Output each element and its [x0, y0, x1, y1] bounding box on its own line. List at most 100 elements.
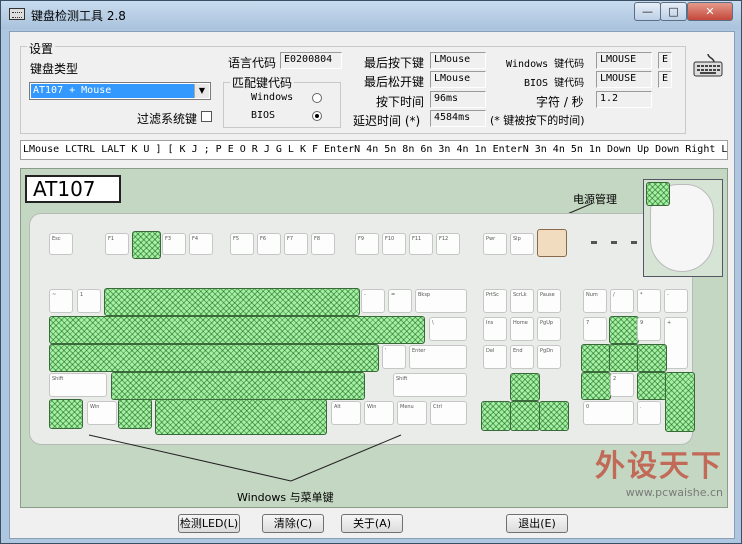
key-num-2: 2	[610, 373, 634, 397]
key-backtick: ~	[49, 289, 73, 313]
win-code-label: Windows 键代码	[506, 59, 585, 70]
key-delete: Del	[483, 345, 507, 369]
cps-label: 字符 / 秒	[536, 95, 584, 109]
key-menu: Menu	[397, 401, 427, 425]
mouse-graphic	[643, 179, 723, 277]
key-arrow-down	[510, 401, 540, 431]
key-f5: F5	[230, 233, 254, 255]
last-up-label: 最后松开键	[364, 75, 425, 89]
key-space	[155, 399, 327, 435]
test-led-button[interactable]: 检测LED(L)	[178, 514, 240, 533]
key-arrow-right	[539, 401, 569, 431]
clear-button[interactable]: 清除(C)	[262, 514, 324, 533]
option-bios-radio[interactable]	[312, 111, 322, 121]
key-enter: Enter	[409, 345, 467, 369]
key-right-ctrl: Ctrl	[430, 401, 467, 425]
key-num-7: 7	[583, 317, 607, 341]
key-esc: Esc	[49, 233, 73, 255]
lang-code-label: 语言代码	[228, 56, 277, 70]
close-button[interactable]: ✕	[687, 2, 733, 21]
winmenu-label: Windows 与菜单键	[237, 491, 334, 504]
key-equals: =	[388, 289, 412, 313]
key-num-5	[609, 344, 639, 372]
about-button[interactable]: 关于(A)	[341, 514, 403, 533]
key-arrow-left	[481, 401, 511, 431]
keyboard-icon	[693, 53, 723, 77]
key-num-0: 0	[583, 401, 634, 425]
key-num-3	[637, 372, 667, 400]
win-code-field: LMOUSE	[596, 52, 652, 69]
mouse-left-button-key	[646, 182, 670, 206]
key-f4: F4	[189, 233, 213, 255]
minimize-button[interactable]: —	[634, 2, 661, 21]
key-backspace: Bksp	[415, 289, 467, 313]
kb-type-select[interactable]: AT107 + Mouse ▼	[29, 82, 211, 100]
key-left-shift: Shift	[49, 373, 107, 397]
key-backslash: \	[429, 317, 467, 341]
cps-field: 1.2	[596, 91, 652, 108]
key-sleep: Slp	[510, 233, 534, 255]
keyboard-app-icon	[9, 8, 25, 20]
led-scroll-lock	[631, 241, 637, 244]
filter-system-keys-checkbox[interactable]	[201, 111, 212, 122]
key-f11: F11	[409, 233, 433, 255]
key-pause: Pause	[537, 289, 561, 313]
led-num-lock	[591, 241, 597, 244]
key-1: 1	[77, 289, 101, 313]
home-row-hit-region	[49, 344, 379, 372]
key-f10: F10	[382, 233, 406, 255]
delay-note: (* 键被按下的时间)	[490, 114, 585, 127]
lang-code-field: E0200804	[280, 52, 342, 69]
key-num-lock: Num	[583, 289, 607, 313]
key-scroll-lock: ScrLk	[510, 289, 534, 313]
key-power: Pwr	[483, 233, 507, 255]
key-num-9: 9	[637, 317, 661, 341]
chevron-down-icon[interactable]: ▼	[194, 84, 209, 98]
key-page-up: PgUp	[537, 317, 561, 341]
last-down-label: 最后按下键	[364, 56, 425, 70]
press-time-label: 按下时间	[376, 95, 425, 109]
key-num-enter	[665, 372, 695, 432]
number-row-hit-region	[104, 288, 360, 316]
key-page-down: PgDn	[537, 345, 561, 369]
key-minus: -	[361, 289, 385, 313]
press-time-field: 96ms	[430, 91, 486, 108]
match-code-title: 匹配键代码	[230, 74, 295, 91]
key-num-decimal: .	[637, 401, 661, 425]
last-up-field: LMouse	[430, 71, 486, 88]
qwerty-row-hit-region	[49, 316, 425, 344]
kb-type-selected: AT107 + Mouse	[31, 84, 194, 98]
key-f8: F8	[311, 233, 335, 255]
key-f7: F7	[284, 233, 308, 255]
key-num-minus: -	[664, 289, 688, 313]
key-f9: F9	[355, 233, 379, 255]
key-left-ctrl	[49, 399, 83, 429]
key-print-screen: PrtSc	[483, 289, 507, 313]
exit-button[interactable]: 退出(E)	[506, 514, 568, 533]
option-bios-label: BIOS	[251, 110, 276, 121]
key-quote: '	[382, 345, 406, 369]
key-left-alt	[118, 399, 152, 429]
option-windows-radio[interactable]	[312, 93, 322, 103]
key-right-win: Win	[364, 401, 394, 425]
watermark-logo: 外设天下	[595, 449, 723, 484]
key-wake	[537, 229, 567, 257]
led-caps-lock	[611, 241, 617, 244]
bios-code-ext-field: E	[658, 71, 672, 88]
keyboard-model-label: AT107	[25, 175, 121, 203]
win-code-ext-field: E	[658, 52, 672, 69]
key-f1: F1	[105, 233, 129, 255]
key-f2	[132, 231, 161, 259]
key-num-plus: +	[664, 317, 688, 369]
client-area: 设置 键盘类型 AT107 + Mouse ▼ 过滤系统键 语言代码 E0200…	[9, 31, 735, 539]
key-num-divide: /	[610, 289, 634, 313]
key-num-8	[609, 316, 639, 344]
key-right-alt: Alt	[331, 401, 361, 425]
keyboard-panel: AT107 电源管理 Esc F1 F3 F4 F5 F6 F7 F8 F9 F…	[20, 168, 728, 508]
maximize-button[interactable]: □	[660, 2, 687, 21]
app-window: 键盘检测工具 2.8 — □ ✕ 设置 键盘类型 AT107 + Mouse ▼…	[0, 0, 742, 544]
shift-row-hit-region	[111, 372, 365, 400]
window-title: 键盘检测工具 2.8	[31, 9, 126, 23]
option-windows-label: Windows	[251, 92, 294, 103]
key-num-multiply: *	[637, 289, 661, 313]
